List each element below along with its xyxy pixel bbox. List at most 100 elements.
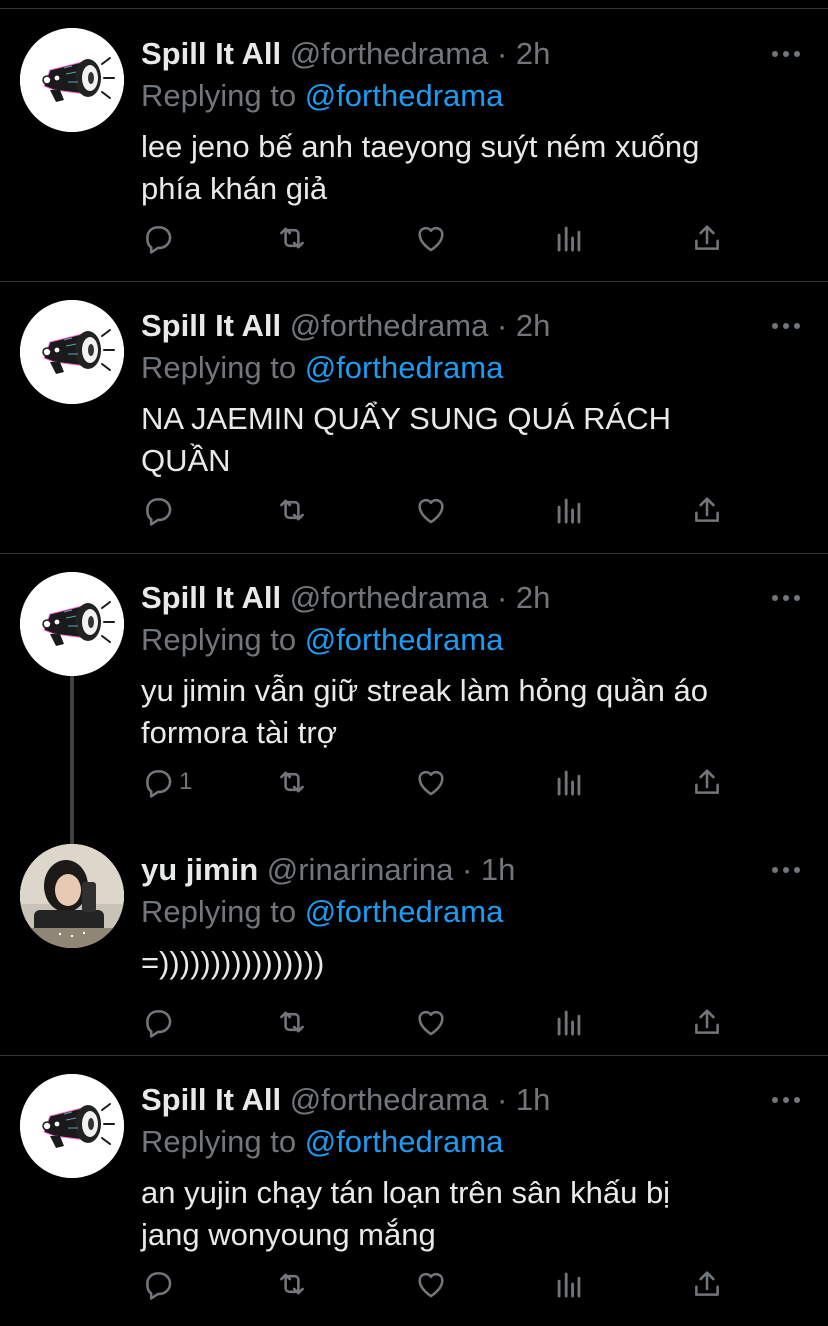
more-options-icon[interactable] xyxy=(772,584,800,612)
retweet-icon xyxy=(275,493,309,527)
share-button[interactable] xyxy=(690,490,724,530)
like-button[interactable] xyxy=(414,218,448,258)
reply-button[interactable] xyxy=(141,1264,179,1304)
more-options-icon[interactable] xyxy=(772,856,800,884)
retweet-button[interactable] xyxy=(275,762,309,802)
bar-chart-icon xyxy=(552,1267,586,1301)
handle[interactable]: @forthedrama xyxy=(290,308,489,343)
tweet[interactable]: Spill It All @forthedrama · 2h Replying … xyxy=(0,10,828,282)
handle[interactable]: @forthedrama xyxy=(290,1082,489,1117)
replying-mention-link[interactable]: @forthedrama xyxy=(305,350,504,385)
timestamp[interactable]: 2h xyxy=(516,308,550,343)
like-button[interactable] xyxy=(414,490,448,530)
tweet[interactable]: Spill It All @forthedrama · 1h Replying … xyxy=(0,1056,828,1326)
replying-prefix: Replying to xyxy=(141,894,297,929)
tweet-header: Spill It All @forthedrama · 1h xyxy=(141,1080,748,1120)
bar-chart-icon xyxy=(552,765,586,799)
megaphone-avatar[interactable] xyxy=(20,300,124,404)
tweet-text: NA JAEMIN QUẨY SUNG QUÁ RÁCH QUẦN xyxy=(141,401,671,478)
display-name[interactable]: Spill It All xyxy=(141,36,281,71)
retweet-icon xyxy=(275,765,309,799)
share-button[interactable] xyxy=(690,1002,724,1042)
retweet-button[interactable] xyxy=(275,218,309,258)
separator-dot: · xyxy=(461,852,473,887)
replying-mention-link[interactable]: @forthedrama xyxy=(305,78,504,113)
retweet-icon xyxy=(275,1005,309,1039)
top-divider xyxy=(0,8,828,9)
action-bar: 1 xyxy=(141,762,741,802)
like-button[interactable] xyxy=(414,1264,448,1304)
share-button[interactable] xyxy=(690,1264,724,1304)
share-icon xyxy=(690,493,724,527)
share-icon xyxy=(690,765,724,799)
reply-icon xyxy=(141,493,175,527)
reply-button[interactable] xyxy=(141,1002,179,1042)
replying-prefix: Replying to xyxy=(141,1124,297,1159)
retweet-button[interactable] xyxy=(275,1002,309,1042)
heart-icon xyxy=(414,493,448,527)
more-options-icon[interactable] xyxy=(772,40,800,68)
tweet[interactable]: yu jimin @rinarinarina · 1h Replying to … xyxy=(0,826,828,1056)
megaphone-avatar[interactable] xyxy=(20,28,124,132)
reply-button[interactable] xyxy=(141,218,179,258)
action-bar xyxy=(141,1002,741,1042)
replying-mention-link[interactable]: @forthedrama xyxy=(305,1124,504,1159)
share-button[interactable] xyxy=(690,218,724,258)
tweet-header: Spill It All @forthedrama · 2h xyxy=(141,306,748,346)
thread-connector xyxy=(70,676,74,844)
handle[interactable]: @forthedrama xyxy=(290,580,489,615)
tweet[interactable]: Spill It All @forthedrama · 2h Replying … xyxy=(0,554,828,844)
photo-avatar[interactable] xyxy=(20,844,124,948)
like-button[interactable] xyxy=(414,762,448,802)
separator-dot: · xyxy=(496,1082,508,1117)
tweet-header: Spill It All @forthedrama · 2h xyxy=(141,578,748,618)
reply-icon xyxy=(141,765,175,799)
timestamp[interactable]: 2h xyxy=(516,580,550,615)
share-icon xyxy=(690,1005,724,1039)
tweet-text: yu jimin vẫn giữ streak làm hỏng quần áo… xyxy=(141,673,709,750)
display-name[interactable]: Spill It All xyxy=(141,580,281,615)
reply-button[interactable] xyxy=(141,490,179,530)
replying-prefix: Replying to xyxy=(141,622,297,657)
views-button[interactable] xyxy=(552,218,586,258)
megaphone-avatar[interactable] xyxy=(20,1074,124,1178)
retweet-button[interactable] xyxy=(275,490,309,530)
replying-mention-link[interactable]: @forthedrama xyxy=(305,622,504,657)
share-button[interactable] xyxy=(690,762,724,802)
reply-count: 1 xyxy=(179,768,193,795)
display-name[interactable]: yu jimin xyxy=(141,852,258,887)
display-name[interactable]: Spill It All xyxy=(141,308,281,343)
handle[interactable]: @forthedrama xyxy=(290,36,489,71)
tweet[interactable]: Spill It All @forthedrama · 2h Replying … xyxy=(0,282,828,554)
separator-dot: · xyxy=(496,308,508,343)
tweet-text: an yujin chạy tán loạn trên sân khấu bị … xyxy=(141,1175,671,1252)
tweet-feed: Spill It All @forthedrama · 2h Replying … xyxy=(0,0,828,1326)
more-options-icon[interactable] xyxy=(772,312,800,340)
action-bar xyxy=(141,1264,741,1304)
retweet-button[interactable] xyxy=(275,1264,309,1304)
views-button[interactable] xyxy=(552,762,586,802)
display-name[interactable]: Spill It All xyxy=(141,1082,281,1117)
heart-icon xyxy=(414,1005,448,1039)
replying-to: Replying to @forthedrama xyxy=(141,1122,503,1162)
handle[interactable]: @rinarinarina xyxy=(267,852,454,887)
bar-chart-icon xyxy=(552,493,586,527)
like-button[interactable] xyxy=(414,1002,448,1042)
heart-icon xyxy=(414,765,448,799)
replying-prefix: Replying to xyxy=(141,350,297,385)
megaphone-avatar[interactable] xyxy=(20,572,124,676)
views-button[interactable] xyxy=(552,1264,586,1304)
tweet-header: Spill It All @forthedrama · 2h xyxy=(141,34,748,74)
views-button[interactable] xyxy=(552,490,586,530)
timestamp[interactable]: 1h xyxy=(516,1082,550,1117)
replying-mention-link[interactable]: @forthedrama xyxy=(305,894,504,929)
reply-icon xyxy=(141,221,175,255)
views-button[interactable] xyxy=(552,1002,586,1042)
reply-button[interactable]: 1 xyxy=(141,762,192,802)
timestamp[interactable]: 1h xyxy=(481,852,515,887)
separator-dot: · xyxy=(496,580,508,615)
more-options-icon[interactable] xyxy=(772,1086,800,1114)
retweet-icon xyxy=(275,1267,309,1301)
tweet-text: =)))))))))))))))) xyxy=(141,945,325,980)
timestamp[interactable]: 2h xyxy=(516,36,550,71)
